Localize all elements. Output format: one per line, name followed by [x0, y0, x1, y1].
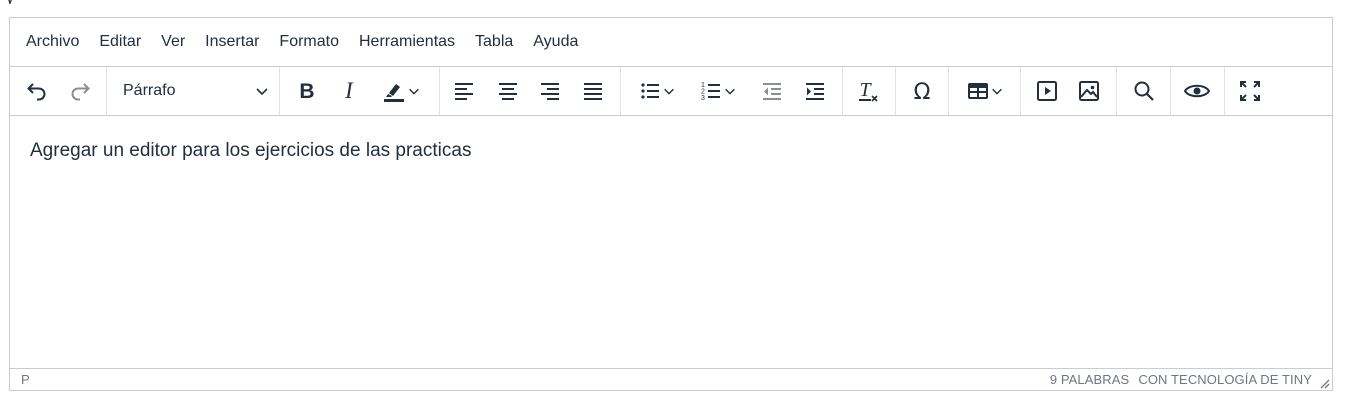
block-format-select[interactable]: Párrafo	[114, 75, 276, 107]
editor-content-area[interactable]: Agregar un editor para los ejercicios de…	[10, 116, 1332, 370]
special-character-button[interactable]: Ω	[905, 75, 939, 107]
page-heading-fragment: y	[0, 0, 20, 4]
content-paragraph[interactable]: Agregar un editor para los ejercicios de…	[30, 140, 471, 162]
highlight-button[interactable]	[374, 75, 428, 107]
chevron-down-icon	[256, 88, 268, 96]
bold-icon: B	[299, 80, 314, 103]
toolbar: Párrafo B I 1 2 3 T Ω	[10, 67, 1332, 116]
toolbar-separator	[1116, 67, 1117, 115]
toolbar-separator	[895, 67, 896, 115]
preview-button[interactable]	[1180, 75, 1214, 107]
bullet-list-icon	[641, 83, 659, 99]
table-icon	[968, 83, 988, 99]
branding-link[interactable]: CON TECNOLOGÍA DE TINY	[1138, 372, 1312, 387]
svg-text:3: 3	[701, 95, 705, 102]
menu-ayuda[interactable]: Ayuda	[523, 26, 588, 58]
rich-text-editor: Archivo Editar Ver Insertar Formato Herr…	[9, 17, 1333, 391]
word-count[interactable]: 9 PALABRAS	[1050, 372, 1130, 387]
align-left-button[interactable]	[447, 75, 481, 107]
status-bar: P 9 PALABRAS CON TECNOLOGÍA DE TINY	[10, 368, 1332, 390]
menu-archivo[interactable]: Archivo	[16, 26, 89, 58]
toolbar-separator	[279, 67, 280, 115]
italic-icon: I	[344, 79, 354, 103]
menu-herramientas[interactable]: Herramientas	[349, 26, 465, 58]
toolbar-separator	[1020, 67, 1021, 115]
justify-icon	[584, 83, 602, 100]
resize-handle-icon[interactable]	[1318, 377, 1330, 389]
outdent-icon	[763, 83, 781, 100]
toolbar-separator	[106, 67, 107, 115]
toolbar-separator	[620, 67, 621, 115]
numbered-list-button[interactable]: 123	[691, 75, 745, 107]
table-button[interactable]	[958, 75, 1012, 107]
search-replace-button[interactable]	[1127, 75, 1161, 107]
block-format-value: Párrafo	[123, 82, 176, 99]
chevron-down-icon	[664, 88, 674, 95]
toolbar-separator	[1224, 67, 1225, 115]
preview-icon	[1183, 84, 1211, 98]
bullet-list-button[interactable]	[630, 75, 684, 107]
align-center-button[interactable]	[491, 75, 525, 107]
clear-formatting-icon: T	[859, 79, 878, 102]
svg-text:Ω: Ω	[914, 80, 931, 103]
toolbar-separator	[842, 67, 843, 115]
insert-media-button[interactable]	[1030, 75, 1064, 107]
align-right-icon	[541, 83, 559, 100]
highlight-icon	[384, 84, 404, 102]
menu-ver[interactable]: Ver	[151, 26, 195, 58]
indent-button[interactable]	[798, 75, 832, 107]
menu-insertar[interactable]: Insertar	[195, 26, 269, 58]
menu-editar[interactable]: Editar	[89, 26, 151, 58]
svg-text:T: T	[859, 79, 872, 101]
menubar: Archivo Editar Ver Insertar Formato Herr…	[10, 18, 1332, 67]
bold-button[interactable]: B	[290, 75, 324, 107]
toolbar-separator	[439, 67, 440, 115]
chevron-down-icon	[725, 88, 735, 95]
numbered-list-icon: 123	[701, 82, 720, 102]
toolbar-separator	[1170, 67, 1171, 115]
insert-image-button[interactable]	[1072, 75, 1106, 107]
outdent-button[interactable]	[755, 75, 789, 107]
svg-text:B: B	[299, 80, 314, 103]
italic-button[interactable]: I	[332, 75, 366, 107]
align-right-button[interactable]	[533, 75, 567, 107]
toolbar-separator	[948, 67, 949, 115]
undo-button[interactable]	[20, 75, 54, 107]
clear-formatting-button[interactable]: T	[851, 75, 885, 107]
align-center-icon	[499, 83, 517, 100]
image-icon	[1079, 81, 1099, 101]
undo-icon	[27, 83, 46, 101]
chevron-down-icon	[992, 88, 1002, 95]
media-icon	[1037, 81, 1057, 101]
chevron-down-icon	[409, 88, 419, 95]
align-left-icon	[455, 83, 473, 100]
special-character-icon: Ω	[914, 80, 931, 103]
fullscreen-button[interactable]	[1233, 75, 1267, 107]
fullscreen-icon	[1240, 81, 1260, 101]
justify-button[interactable]	[576, 75, 610, 107]
search-icon	[1134, 81, 1154, 101]
svg-text:I: I	[344, 79, 354, 103]
redo-icon	[71, 83, 90, 101]
redo-button[interactable]	[63, 75, 97, 107]
element-path[interactable]: P	[21, 372, 30, 387]
menu-formato[interactable]: Formato	[269, 26, 349, 58]
menu-tabla[interactable]: Tabla	[465, 26, 523, 58]
indent-icon	[806, 83, 824, 100]
